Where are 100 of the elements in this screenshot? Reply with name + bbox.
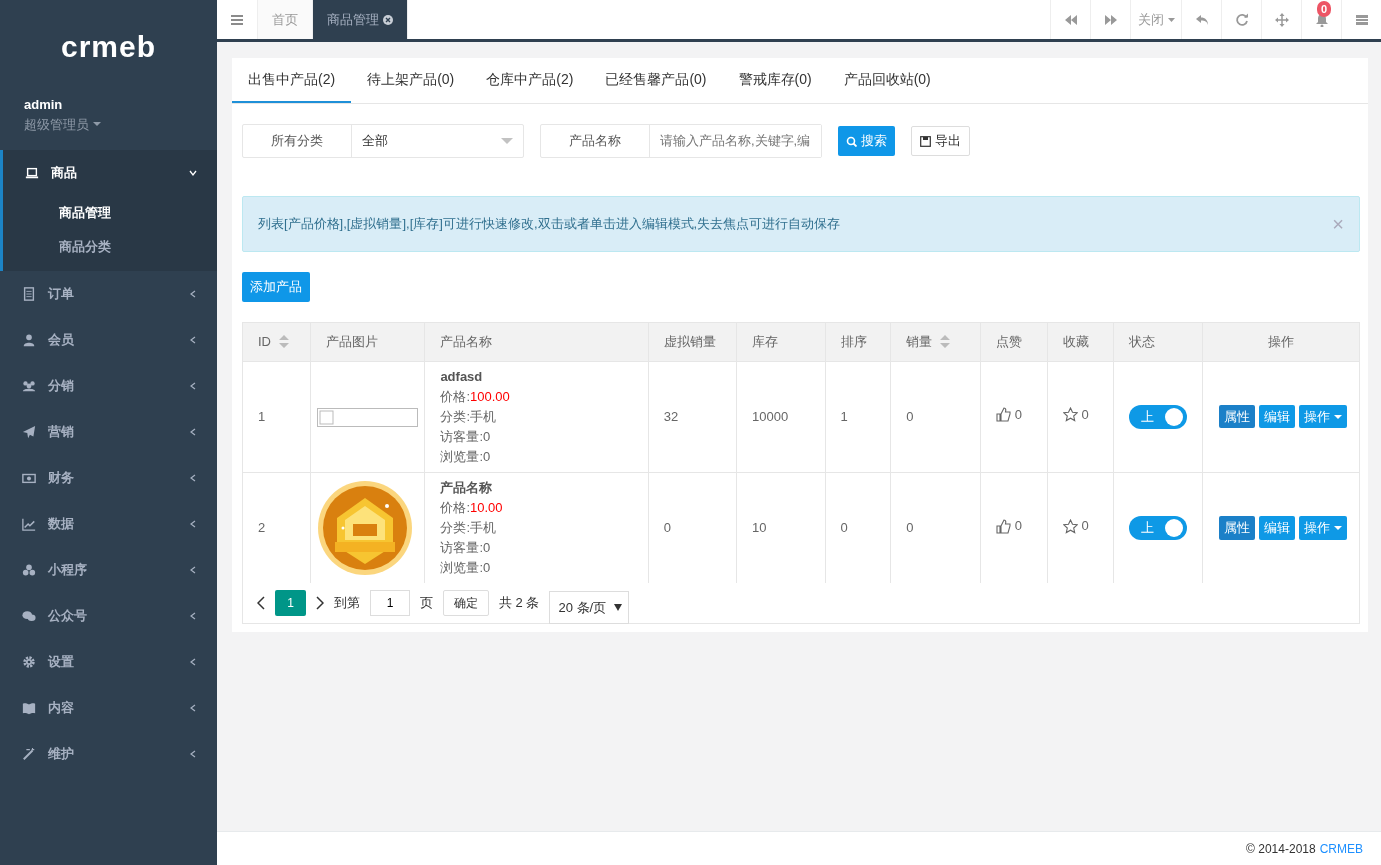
category-select[interactable]: 所有分类 全部 bbox=[242, 124, 524, 158]
chevron-left-icon bbox=[189, 750, 197, 758]
status-tab[interactable]: 产品回收站(0) bbox=[827, 58, 947, 103]
menu-item[interactable]: 小程序 bbox=[0, 547, 217, 593]
settings-icon bbox=[22, 655, 36, 669]
price-label: 价格: bbox=[440, 499, 470, 515]
submenu-item[interactable]: 商品分类 bbox=[3, 229, 217, 263]
menu-item[interactable]: 维护 bbox=[0, 731, 217, 777]
menu-item[interactable]: 财务 bbox=[0, 455, 217, 501]
banknote-icon bbox=[22, 471, 36, 485]
caret-icon bbox=[1167, 17, 1175, 22]
move-icon bbox=[1274, 12, 1289, 27]
dropdown-button[interactable]: 操作 bbox=[1299, 516, 1348, 540]
menu-item[interactable]: 内容 bbox=[0, 685, 217, 731]
column-header[interactable]: 销量 bbox=[890, 323, 981, 361]
book-icon bbox=[22, 701, 36, 715]
sort-icon bbox=[279, 335, 289, 349]
menu-item[interactable]: 商品 bbox=[3, 150, 217, 196]
laptop-icon bbox=[25, 166, 39, 180]
menu-item[interactable]: 公众号 bbox=[0, 593, 217, 639]
status-toggle[interactable]: 上 bbox=[1129, 404, 1188, 429]
menu-item[interactable]: 订单 bbox=[0, 271, 217, 317]
menu-item[interactable]: 会员 bbox=[0, 317, 217, 363]
goto-label: 到第 bbox=[334, 594, 360, 613]
category-text: 分类:手机 bbox=[440, 407, 497, 426]
user-name: admin bbox=[24, 96, 64, 114]
page-button[interactable]: 1 bbox=[275, 590, 306, 616]
sort-icon bbox=[940, 335, 951, 349]
confirm-button[interactable]: 确定 bbox=[443, 590, 489, 616]
column-header: 产品图片 bbox=[310, 323, 425, 361]
chevron-left-icon bbox=[189, 520, 197, 528]
view-count: 浏览量:0 bbox=[440, 558, 492, 577]
status-tab[interactable]: 已经售馨产品(0) bbox=[589, 58, 723, 103]
price-label: 价格: bbox=[440, 388, 470, 404]
search-icon bbox=[846, 135, 857, 147]
product-name: 产品名称 bbox=[440, 478, 494, 497]
chevron-left-icon bbox=[189, 428, 197, 436]
column-header: 库存 bbox=[736, 323, 826, 361]
status-tab[interactable]: 出售中产品(2) bbox=[232, 58, 352, 103]
column-header: 收藏 bbox=[1047, 323, 1114, 361]
rewind-icon bbox=[1063, 12, 1078, 27]
save-icon bbox=[920, 135, 931, 147]
action-button[interactable]: 属性 bbox=[1219, 516, 1256, 540]
price-value: 100.00 bbox=[470, 388, 510, 404]
chevron-left-icon bbox=[189, 566, 197, 574]
previous-page-icon[interactable] bbox=[257, 596, 265, 610]
notification-count: 0 bbox=[1316, 1, 1331, 17]
next-page-icon[interactable] bbox=[316, 596, 324, 610]
submenu-item[interactable]: 商品管理 bbox=[3, 196, 217, 230]
column-header: 点赞 bbox=[980, 323, 1047, 361]
status-tab[interactable]: 仓库中产品(2) bbox=[470, 58, 590, 103]
page-unit: 页 bbox=[420, 594, 433, 613]
status-tab[interactable]: 待上架产品(0) bbox=[351, 58, 471, 103]
menu-item[interactable]: 数据 bbox=[0, 501, 217, 547]
thumbs-up-icon bbox=[995, 407, 1011, 423]
bell-button[interactable]: 0 bbox=[1301, 0, 1341, 39]
search-button[interactable]: 搜索 bbox=[838, 126, 895, 156]
chevron-left-icon bbox=[189, 290, 197, 298]
price-value: 10.00 bbox=[470, 499, 503, 515]
column-header: 虚拟销量 bbox=[648, 323, 737, 361]
like-count: 0 bbox=[1014, 406, 1022, 425]
view-count: 浏览量:0 bbox=[440, 447, 492, 466]
visitor-count: 访客量:0 bbox=[440, 538, 492, 557]
table-cell: 10000 bbox=[736, 361, 826, 472]
page-tab[interactable]: 商品管理 bbox=[313, 0, 408, 39]
search-field[interactable]: 产品名称 请输入产品名称,关键字,编 bbox=[540, 124, 822, 158]
broken-image-icon bbox=[317, 407, 419, 427]
menu-icon bbox=[231, 14, 243, 25]
cubes-icon bbox=[22, 563, 36, 577]
page-size-select[interactable]: 20 条/页 bbox=[549, 591, 630, 624]
action-button[interactable]: 编辑 bbox=[1259, 516, 1296, 540]
document-icon bbox=[22, 287, 36, 301]
table-cell: 0 bbox=[890, 361, 981, 472]
favorite-count: 0 bbox=[1081, 406, 1089, 425]
status-toggle[interactable]: 上 bbox=[1129, 515, 1188, 540]
wand-icon bbox=[22, 747, 36, 761]
visitor-count: 访客量:0 bbox=[440, 427, 492, 446]
users-icon bbox=[22, 379, 36, 393]
page-tab[interactable]: 首页 bbox=[258, 0, 313, 39]
favorite-count: 0 bbox=[1081, 517, 1089, 536]
copyright-text: © 2014-2018 bbox=[1246, 840, 1316, 858]
dropdown-button[interactable]: 操作 bbox=[1299, 404, 1348, 429]
like-count: 0 bbox=[1014, 517, 1022, 536]
export-button[interactable]: 导出 bbox=[911, 126, 970, 156]
menu-item[interactable]: 设置 bbox=[0, 639, 217, 685]
brand-link[interactable]: CRMEB bbox=[1319, 839, 1363, 858]
close-icon[interactable] bbox=[383, 14, 393, 25]
chevron-left-icon bbox=[189, 336, 197, 344]
list-icon bbox=[1354, 12, 1369, 27]
menu-item[interactable]: 营销 bbox=[0, 409, 217, 455]
menu-item[interactable]: 分销 bbox=[0, 363, 217, 409]
close-dropdown[interactable]: 关闭 bbox=[1130, 0, 1181, 39]
status-tab[interactable]: 警戒库存(0) bbox=[722, 58, 828, 103]
page-input[interactable]: 1 bbox=[370, 590, 410, 616]
column-header[interactable]: ID bbox=[243, 323, 311, 361]
action-button[interactable]: 编辑 bbox=[1259, 404, 1296, 429]
action-button[interactable]: 属性 bbox=[1219, 404, 1256, 429]
role-dropdown[interactable]: 超级管理员 bbox=[24, 114, 193, 134]
table-cell: 1 bbox=[825, 361, 891, 472]
add-product-button[interactable]: 添加产品 bbox=[242, 272, 310, 302]
